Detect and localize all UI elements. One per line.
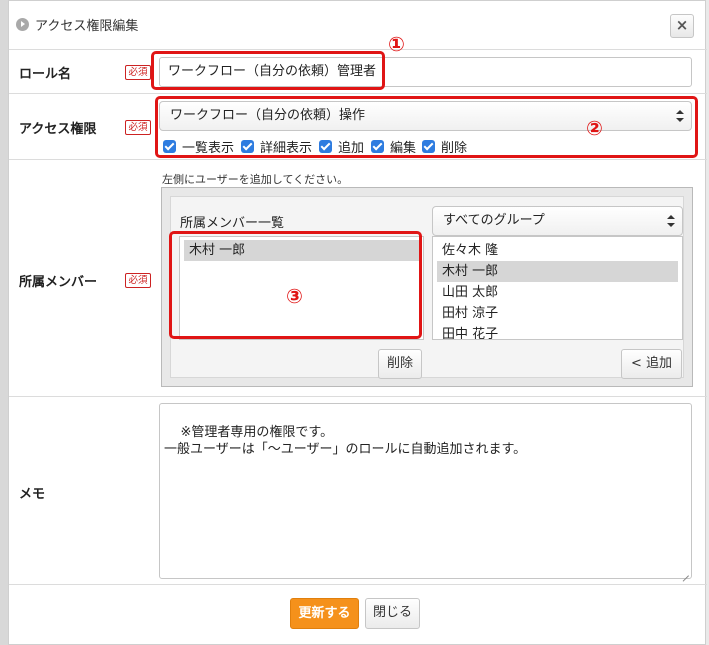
resize-grip-icon[interactable] — [681, 568, 689, 576]
members-label: 所属メンバー — [19, 275, 98, 290]
group-select-value: すべてのグループ — [443, 213, 545, 228]
role-name-label: ロール名 — [19, 67, 72, 82]
access-permission-label: アクセス権限 — [19, 122, 97, 137]
members-hint: 左側にユーザーを追加してください。 — [162, 173, 349, 186]
available-user-item[interactable]: 田中 花子 — [437, 324, 678, 339]
available-user-item[interactable]: 山田 太郎 — [437, 282, 678, 303]
required-badge: 必須 — [125, 65, 151, 80]
annotation-number-3: ③ — [286, 284, 303, 308]
dialog-title-bar: アクセス権限編集 × — [9, 1, 707, 49]
member-list-title: 所属メンバー一覧 — [180, 216, 285, 231]
required-badge: 必須 — [125, 273, 151, 288]
available-user-item[interactable]: 田村 涼子 — [437, 303, 678, 324]
memo-text: ※管理者専用の権限です。 一般ユーザーは「～ユーザー」のロールに自動追加されます… — [164, 425, 527, 457]
annotation-number-2: ② — [586, 116, 603, 140]
annotation-number-1: ① — [388, 32, 405, 56]
memo-label: メモ — [19, 487, 46, 502]
memo-textarea[interactable]: ※管理者専用の権限です。 一般ユーザーは「～ユーザー」のロールに自動追加されます… — [159, 403, 692, 579]
required-badge: 必須 — [125, 120, 151, 135]
close-dialog-button[interactable]: 閉じる — [365, 598, 420, 629]
access-edit-dialog: アクセス権限編集 × ロール名 必須 ワークフロー（自分の依頼）管理者 アクセス… — [8, 0, 707, 645]
dialog-title: アクセス権限編集 — [35, 19, 139, 34]
backdrop — [0, 0, 8, 645]
available-users-list[interactable]: 佐々木 隆木村 一郎 山田 太郎 田村 涼子 田中 花子 — [432, 236, 683, 340]
close-icon: × — [675, 16, 689, 34]
update-button[interactable]: 更新する — [290, 598, 359, 629]
annotation-box-2 — [155, 96, 698, 158]
close-button[interactable]: × — [670, 14, 694, 38]
remove-member-button[interactable]: 削除 — [378, 349, 422, 379]
annotation-box-1 — [151, 51, 385, 90]
select-arrows-icon — [667, 215, 675, 227]
available-user-item[interactable]: 佐々木 隆 — [437, 240, 678, 261]
available-user-item[interactable]: 木村 一郎 — [437, 261, 678, 282]
bullet-icon — [16, 18, 29, 31]
group-select[interactable]: すべてのグループ — [432, 206, 683, 236]
add-member-button[interactable]: < 追加 — [621, 349, 682, 379]
